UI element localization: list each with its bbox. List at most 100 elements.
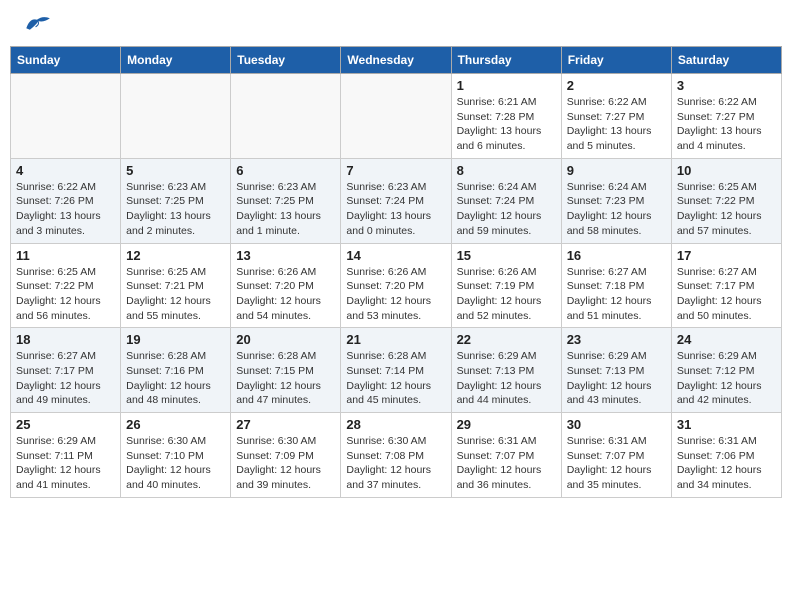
day-number: 24 [677, 332, 776, 347]
calendar-cell: 6Sunrise: 6:23 AMSunset: 7:25 PMDaylight… [231, 158, 341, 243]
day-number: 23 [567, 332, 666, 347]
day-info: Sunrise: 6:27 AMSunset: 7:18 PMDaylight:… [567, 265, 666, 324]
day-info: Sunrise: 6:30 AMSunset: 7:09 PMDaylight:… [236, 434, 335, 493]
day-info: Sunrise: 6:24 AMSunset: 7:23 PMDaylight:… [567, 180, 666, 239]
calendar-week-row: 4 Sunrise: 6:22 AMSunset: 7:26 PMDaylight… [11, 158, 782, 243]
day-info: Sunrise: 6:23 AMSunset: 7:24 PMDaylight:… [346, 180, 445, 239]
calendar-week-row: 11 Sunrise: 6:25 AMSunset: 7:22 PMDayligh… [11, 243, 782, 328]
day-info: Sunrise: 6:25 AMSunset: 7:22 PMDaylight:… [16, 265, 115, 324]
day-info: Sunrise: 6:31 AMSunset: 7:06 PMDaylight:… [677, 434, 776, 493]
calendar-table: SundayMondayTuesdayWednesdayThursdayFrid… [10, 46, 782, 498]
day-info: Sunrise: 6:24 AMSunset: 7:24 PMDaylight:… [457, 180, 556, 239]
calendar-cell: 20 Sunrise: 6:28 AMSunset: 7:15 PMDayligh… [231, 328, 341, 413]
calendar-cell [341, 74, 451, 159]
calendar-cell: 22Sunrise: 6:29 AMSunset: 7:13 PMDayligh… [451, 328, 561, 413]
day-info: Sunrise: 6:30 AMSunset: 7:10 PMDaylight:… [126, 434, 225, 493]
day-number: 3 [677, 78, 776, 93]
day-number: 29 [457, 417, 556, 432]
calendar-cell: 27 Sunrise: 6:30 AMSunset: 7:09 PMDayligh… [231, 413, 341, 498]
day-number: 18 [16, 332, 115, 347]
calendar-cell: 10 Sunrise: 6:25 AMSunset: 7:22 PMDayligh… [671, 158, 781, 243]
day-number: 26 [126, 417, 225, 432]
day-number: 6 [236, 163, 335, 178]
weekday-header-thursday: Thursday [451, 47, 561, 74]
weekday-header-monday: Monday [121, 47, 231, 74]
calendar-cell: 4 Sunrise: 6:22 AMSunset: 7:26 PMDaylight… [11, 158, 121, 243]
calendar-cell: 11 Sunrise: 6:25 AMSunset: 7:22 PMDayligh… [11, 243, 121, 328]
calendar-cell: 1 Sunrise: 6:21 AMSunset: 7:28 PMDaylight… [451, 74, 561, 159]
day-number: 5 [126, 163, 225, 178]
calendar-cell: 13 Sunrise: 6:26 AMSunset: 7:20 PMDayligh… [231, 243, 341, 328]
logo [18, 14, 52, 34]
day-info: Sunrise: 6:25 AMSunset: 7:22 PMDaylight:… [677, 180, 776, 239]
day-number: 19 [126, 332, 225, 347]
day-number: 16 [567, 248, 666, 263]
day-number: 1 [457, 78, 556, 93]
calendar-cell: 29 Sunrise: 6:31 AMSunset: 7:07 PMDayligh… [451, 413, 561, 498]
calendar-cell: 24 Sunrise: 6:29 AMSunset: 7:12 PMDayligh… [671, 328, 781, 413]
day-number: 9 [567, 163, 666, 178]
day-info: Sunrise: 6:29 AMSunset: 7:11 PMDaylight:… [16, 434, 115, 493]
calendar-cell: 5 Sunrise: 6:23 AMSunset: 7:25 PMDaylight… [121, 158, 231, 243]
calendar-cell: 12Sunrise: 6:25 AMSunset: 7:21 PMDayligh… [121, 243, 231, 328]
day-number: 4 [16, 163, 115, 178]
day-number: 17 [677, 248, 776, 263]
weekday-header-friday: Friday [561, 47, 671, 74]
day-info: Sunrise: 6:28 AMSunset: 7:15 PMDaylight:… [236, 349, 335, 408]
calendar-cell: 7 Sunrise: 6:23 AMSunset: 7:24 PMDaylight… [341, 158, 451, 243]
day-info: Sunrise: 6:28 AMSunset: 7:16 PMDaylight:… [126, 349, 225, 408]
day-number: 25 [16, 417, 115, 432]
calendar-week-row: 25 Sunrise: 6:29 AMSunset: 7:11 PMDayligh… [11, 413, 782, 498]
calendar-cell [121, 74, 231, 159]
day-info: Sunrise: 6:29 AMSunset: 7:12 PMDaylight:… [677, 349, 776, 408]
logo-bird-icon [22, 14, 52, 34]
day-number: 2 [567, 78, 666, 93]
calendar-cell: 2 Sunrise: 6:22 AMSunset: 7:27 PMDaylight… [561, 74, 671, 159]
day-number: 21 [346, 332, 445, 347]
day-info: Sunrise: 6:26 AMSunset: 7:20 PMDaylight:… [346, 265, 445, 324]
day-info: Sunrise: 6:27 AMSunset: 7:17 PMDaylight:… [677, 265, 776, 324]
day-number: 8 [457, 163, 556, 178]
calendar-cell: 15Sunrise: 6:26 AMSunset: 7:19 PMDayligh… [451, 243, 561, 328]
calendar-cell: 21Sunrise: 6:28 AMSunset: 7:14 PMDayligh… [341, 328, 451, 413]
day-info: Sunrise: 6:25 AMSunset: 7:21 PMDaylight:… [126, 265, 225, 324]
day-number: 20 [236, 332, 335, 347]
calendar-cell: 25 Sunrise: 6:29 AMSunset: 7:11 PMDayligh… [11, 413, 121, 498]
day-number: 14 [346, 248, 445, 263]
day-number: 31 [677, 417, 776, 432]
calendar-cell: 8 Sunrise: 6:24 AMSunset: 7:24 PMDaylight… [451, 158, 561, 243]
day-info: Sunrise: 6:21 AMSunset: 7:28 PMDaylight:… [457, 95, 556, 154]
calendar-cell: 16 Sunrise: 6:27 AMSunset: 7:18 PMDayligh… [561, 243, 671, 328]
calendar-cell: 23Sunrise: 6:29 AMSunset: 7:13 PMDayligh… [561, 328, 671, 413]
day-info: Sunrise: 6:31 AMSunset: 7:07 PMDaylight:… [457, 434, 556, 493]
day-number: 13 [236, 248, 335, 263]
calendar-cell: 3Sunrise: 6:22 AMSunset: 7:27 PMDaylight… [671, 74, 781, 159]
day-number: 30 [567, 417, 666, 432]
weekday-header-wednesday: Wednesday [341, 47, 451, 74]
day-info: Sunrise: 6:31 AMSunset: 7:07 PMDaylight:… [567, 434, 666, 493]
calendar-cell: 26 Sunrise: 6:30 AMSunset: 7:10 PMDayligh… [121, 413, 231, 498]
day-number: 7 [346, 163, 445, 178]
day-number: 27 [236, 417, 335, 432]
day-info: Sunrise: 6:23 AMSunset: 7:25 PMDaylight:… [126, 180, 225, 239]
day-info: Sunrise: 6:26 AMSunset: 7:20 PMDaylight:… [236, 265, 335, 324]
page-header [10, 10, 782, 38]
day-number: 11 [16, 248, 115, 263]
calendar-cell: 9 Sunrise: 6:24 AMSunset: 7:23 PMDaylight… [561, 158, 671, 243]
calendar-week-row: 18 Sunrise: 6:27 AMSunset: 7:17 PMDayligh… [11, 328, 782, 413]
day-number: 28 [346, 417, 445, 432]
calendar-cell [11, 74, 121, 159]
calendar-cell: 14 Sunrise: 6:26 AMSunset: 7:20 PMDayligh… [341, 243, 451, 328]
calendar-cell: 30 Sunrise: 6:31 AMSunset: 7:07 PMDayligh… [561, 413, 671, 498]
day-info: Sunrise: 6:22 AMSunset: 7:27 PMDaylight:… [567, 95, 666, 154]
day-info: Sunrise: 6:22 AMSunset: 7:26 PMDaylight:… [16, 180, 115, 239]
day-number: 15 [457, 248, 556, 263]
day-number: 10 [677, 163, 776, 178]
calendar-week-row: 1 Sunrise: 6:21 AMSunset: 7:28 PMDaylight… [11, 74, 782, 159]
day-info: Sunrise: 6:27 AMSunset: 7:17 PMDaylight:… [16, 349, 115, 408]
day-info: Sunrise: 6:30 AMSunset: 7:08 PMDaylight:… [346, 434, 445, 493]
day-info: Sunrise: 6:29 AMSunset: 7:13 PMDaylight:… [457, 349, 556, 408]
weekday-header-tuesday: Tuesday [231, 47, 341, 74]
calendar-cell: 28 Sunrise: 6:30 AMSunset: 7:08 PMDayligh… [341, 413, 451, 498]
weekday-header-row: SundayMondayTuesdayWednesdayThursdayFrid… [11, 47, 782, 74]
